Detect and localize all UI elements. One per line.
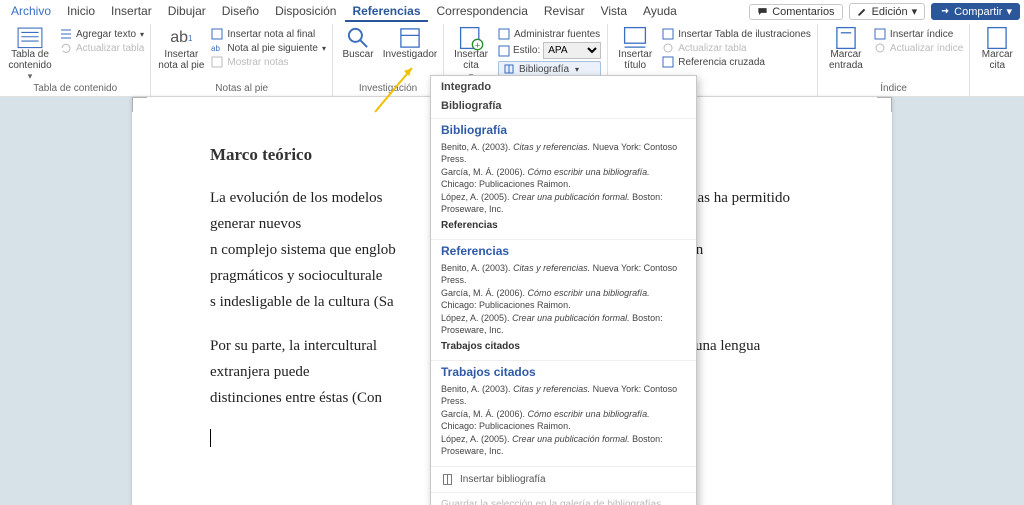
group-index: Marcar entrada Insertar índice Actualiza… <box>818 24 970 96</box>
add-text-button[interactable]: Agregar texto▾ <box>60 28 144 40</box>
chevron-down-icon: ▾ <box>28 71 33 82</box>
text-caret <box>210 429 211 447</box>
update-index-button[interactable]: Actualizar índice <box>874 42 963 54</box>
comment-icon <box>757 6 768 17</box>
share-label: Compartir <box>954 6 1002 18</box>
insert-caption-button[interactable]: Insertar título <box>614 26 656 71</box>
book-icon <box>441 473 454 486</box>
next-icon: ab <box>211 42 223 54</box>
pencil-icon <box>857 6 868 17</box>
update-captions-button[interactable]: Actualizar tabla <box>662 42 811 54</box>
gallery-item-referencias[interactable]: Referencias Benito, A. (2003). Citas y r… <box>431 239 696 360</box>
citation-style-row: Estilo: APA <box>498 42 601 59</box>
tab-bar: Archivo Inicio Insertar Dibujar Diseño D… <box>0 0 1024 24</box>
tab-vista[interactable]: Vista <box>594 2 634 22</box>
search-icon <box>345 28 371 48</box>
toc-button[interactable]: Tabla de contenido ▾ <box>6 26 54 82</box>
crop-mark <box>132 97 147 112</box>
editing-mode-button[interactable]: Edición ▾ <box>849 3 926 20</box>
insert-table-illustrations-button[interactable]: Insertar Tabla de ilustraciones <box>662 28 811 40</box>
refresh-icon <box>60 42 72 54</box>
group-label: Índice <box>824 82 963 96</box>
share-icon <box>939 6 950 17</box>
gallery-item-bibliografia[interactable]: Bibliografía Benito, A. (2003). Citas y … <box>431 118 696 239</box>
index-icon <box>874 28 886 40</box>
group-authorities: Marcar cita Insertar Tabla de autoridade… <box>970 24 1024 96</box>
style-select[interactable]: APA <box>543 42 601 59</box>
show-icon <box>211 56 223 68</box>
caption-icon <box>622 28 648 48</box>
sources-icon <box>498 28 510 40</box>
insert-endnote-button[interactable]: Insertar nota al final <box>211 28 326 40</box>
tab-dibujar[interactable]: Dibujar <box>161 2 213 22</box>
gavel-icon <box>984 28 1010 48</box>
toc-icon <box>17 28 43 48</box>
insert-index-button[interactable]: Insertar índice <box>874 28 963 40</box>
group-research: Buscar Investigador Investigación <box>333 24 444 96</box>
mark-entry-button[interactable]: Marcar entrada <box>824 26 868 71</box>
dropdown-section-integrated: Integrado <box>431 76 696 98</box>
tab-insertar[interactable]: Insertar <box>104 2 159 22</box>
insert-bibliography-action[interactable]: Insertar bibliografía <box>431 466 696 492</box>
manage-sources-button[interactable]: Administrar fuentes <box>498 28 601 40</box>
mark-citation-button[interactable]: Marcar cita <box>976 26 1018 71</box>
crossref-icon <box>662 56 674 68</box>
dropdown-heading: Bibliografía <box>431 98 696 118</box>
comments-label: Comentarios <box>772 6 834 18</box>
search-button[interactable]: Buscar <box>339 26 377 60</box>
save-to-gallery-action: Guardar la selección en la galería de bi… <box>431 492 696 505</box>
next-footnote-button[interactable]: abNota al pie siguiente▾ <box>211 42 326 54</box>
show-notes-button[interactable]: Mostrar notas <box>211 56 326 68</box>
tab-disposicion[interactable]: Disposición <box>268 2 343 22</box>
book-icon <box>503 63 515 75</box>
book-icon <box>397 28 423 48</box>
tab-inicio[interactable]: Inicio <box>60 2 102 22</box>
endnote-icon <box>211 28 223 40</box>
footnote-label: Insertar nota al pie <box>157 49 205 71</box>
table-icon <box>662 28 674 40</box>
svg-text:ab: ab <box>211 44 220 53</box>
group-footnotes: ab1 Insertar nota al pie Insertar nota a… <box>151 24 333 96</box>
group-label: Tabla de autoridades <box>976 82 1024 96</box>
bibliography-dropdown: Integrado Bibliografía Bibliografía Beni… <box>430 75 697 505</box>
insert-citation-button[interactable]: + Insertar cita ▾ <box>450 26 492 82</box>
editing-label: Edición <box>872 6 908 18</box>
tab-referencias[interactable]: Referencias <box>345 2 427 22</box>
gallery-item-trabajos-citados[interactable]: Trabajos citados Benito, A. (2003). Cita… <box>431 360 696 466</box>
comments-button[interactable]: Comentarios <box>749 4 842 20</box>
ab-icon: ab1 <box>168 28 194 48</box>
mark-icon <box>833 28 859 48</box>
update-toc-button[interactable]: Actualizar tabla <box>60 42 144 54</box>
share-button[interactable]: Compartir ▾ <box>931 3 1020 20</box>
crop-mark <box>877 97 892 112</box>
tab-revisar[interactable]: Revisar <box>537 2 592 22</box>
group-label: Tabla de contenido <box>6 82 144 96</box>
style-icon <box>498 45 510 57</box>
tab-ayuda[interactable]: Ayuda <box>636 2 684 22</box>
cross-reference-button[interactable]: Referencia cruzada <box>662 56 811 68</box>
toc-label: Tabla de contenido <box>6 49 54 71</box>
refresh-icon <box>662 42 674 54</box>
group-toc: Tabla de contenido ▾ Agregar texto▾ Actu… <box>0 24 151 96</box>
chevron-down-icon: ▾ <box>1006 5 1012 18</box>
tab-file[interactable]: Archivo <box>4 2 58 22</box>
insert-footnote-button[interactable]: ab1 Insertar nota al pie <box>157 26 205 71</box>
chevron-down-icon: ▾ <box>912 5 918 18</box>
plus-icon <box>60 28 72 40</box>
group-label: Investigación <box>339 82 437 96</box>
tab-diseno[interactable]: Diseño <box>215 2 266 22</box>
citation-icon: + <box>458 28 484 48</box>
researcher-button[interactable]: Investigador <box>383 26 437 60</box>
tab-correspondencia[interactable]: Correspondencia <box>430 2 535 22</box>
group-label: Notas al pie <box>157 82 326 96</box>
refresh-icon <box>874 42 886 54</box>
